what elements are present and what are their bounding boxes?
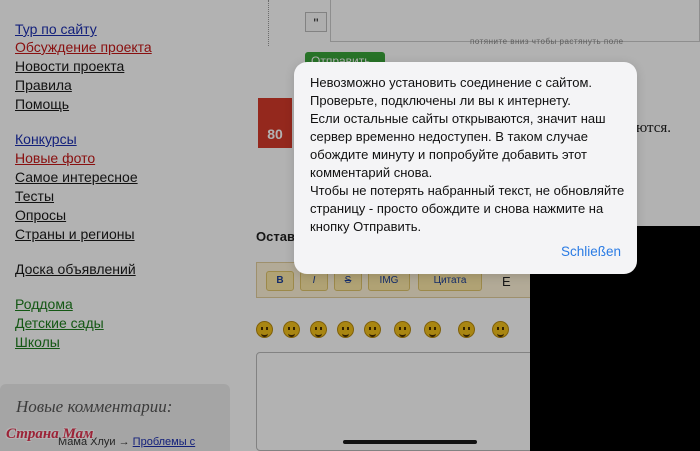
close-button[interactable]: Schließen [561, 244, 621, 259]
connection-error-alert: Невозможно установить соединение с сайто… [294, 62, 637, 274]
home-indicator[interactable] [343, 440, 477, 444]
alert-message: Невозможно установить соединение с сайто… [310, 75, 625, 234]
